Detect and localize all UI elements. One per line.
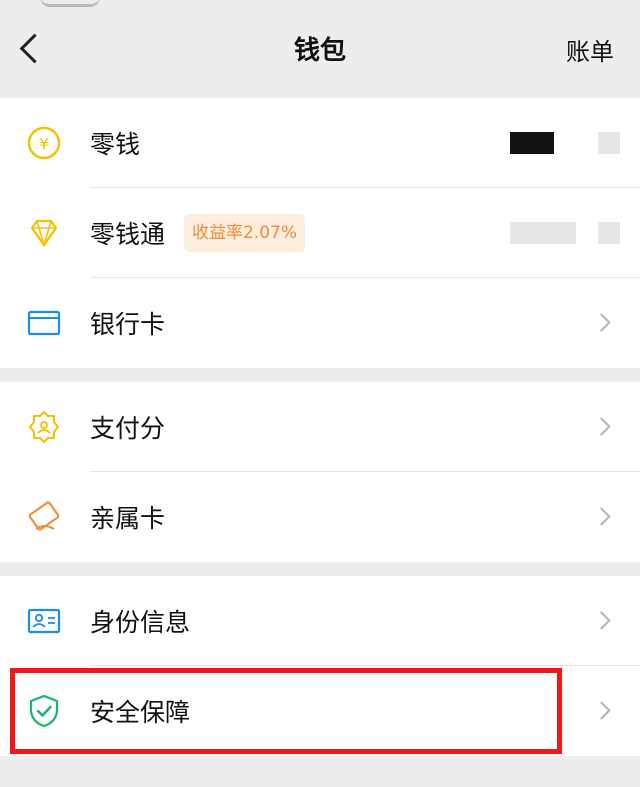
- chevron-right-icon: [592, 313, 611, 332]
- status-time-remnant: [40, 0, 100, 7]
- yen-coin-icon: ¥: [27, 126, 61, 160]
- list-item-label: 零钱通: [90, 220, 166, 249]
- list-item-lingqian[interactable]: ¥ 零钱: [0, 98, 640, 188]
- redacted-balance-tail: [598, 132, 620, 154]
- list-item-security[interactable]: 安全保障: [0, 666, 640, 756]
- status-bar: [0, 0, 640, 8]
- list-item-label: 支付分: [90, 414, 166, 443]
- redacted-balance-tail: [598, 222, 620, 244]
- svg-text:¥: ¥: [39, 135, 49, 153]
- chevron-right-icon: [592, 417, 611, 436]
- list-item-familycard[interactable]: 亲属卡: [0, 472, 640, 562]
- chevron-right-icon: [592, 507, 611, 526]
- bill-button[interactable]: 账单: [566, 32, 614, 67]
- list-item-bankcard[interactable]: 银行卡: [0, 278, 640, 368]
- list-item-lingqiantong[interactable]: 零钱通: [0, 188, 640, 278]
- id-card-icon: [27, 608, 61, 634]
- wallet-group-account: 身份信息 安全保障: [0, 576, 640, 756]
- page-title: 钱包: [293, 36, 346, 66]
- chevron-right-icon: [592, 701, 611, 720]
- signal-icon: [512, 0, 572, 8]
- list-item-label: 安全保障: [90, 698, 191, 727]
- list-item-label: 身份信息: [90, 608, 191, 637]
- list-item-payscore[interactable]: 支付分: [0, 382, 640, 472]
- chevron-right-icon: [592, 611, 611, 630]
- diamond-icon: [30, 219, 58, 248]
- list-item-identity[interactable]: 身份信息: [0, 576, 640, 666]
- navigation-bar: 钱包 账单: [0, 8, 640, 94]
- yield-rate-badge: 收益率2.07%: [184, 214, 306, 252]
- list-item-label: 零钱: [90, 130, 141, 159]
- wallet-group-balance: ¥ 零钱 零钱通 银行卡: [0, 98, 640, 368]
- bank-card-icon: [27, 310, 61, 336]
- list-item-label: 亲属卡: [90, 504, 166, 533]
- wallet-group-services: 支付分 亲属卡: [0, 382, 640, 562]
- shield-check-icon: [29, 694, 59, 728]
- family-card-icon: [28, 501, 60, 531]
- redacted-balance: [510, 132, 554, 154]
- list-item-label: 银行卡: [90, 310, 166, 339]
- pay-score-icon: [29, 411, 59, 443]
- redacted-balance: [510, 222, 576, 244]
